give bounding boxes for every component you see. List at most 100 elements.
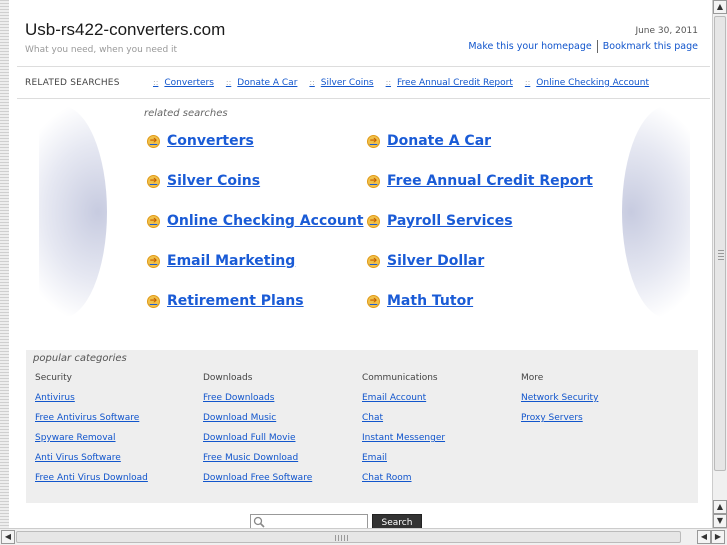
category-link[interactable]: Chat — [362, 413, 445, 433]
arrow-circle-icon: ➔ — [367, 254, 380, 268]
category-link[interactable]: Free Antivirus Software — [35, 413, 148, 433]
related-bar-label: RELATED SEARCHES — [25, 77, 120, 88]
scroll-up-arrow-icon[interactable]: ▲ — [713, 500, 727, 514]
arrow-circle-icon: ➔ — [367, 294, 380, 308]
arrow-circle-icon: ➔ — [147, 174, 160, 188]
category-link[interactable]: Instant Messenger — [362, 433, 445, 453]
related-search-label[interactable]: Payroll Services — [387, 213, 513, 229]
vertical-scrollbar[interactable]: ▲ ▲ ▼ — [712, 0, 727, 528]
arrow-circle-icon: ➔ — [147, 254, 160, 268]
related-bar-item-label[interactable]: Donate A Car — [237, 78, 297, 88]
make-homepage-link[interactable]: Make this your homepage — [468, 41, 591, 52]
popular-categories-panel: popular categories Security Antivirus Fr… — [26, 350, 698, 503]
scroll-left-arrow-icon[interactable]: ◀ — [1, 530, 15, 544]
category-link[interactable]: Spyware Removal — [35, 433, 148, 453]
arrow-circle-icon: ➔ — [367, 134, 380, 148]
category-title: Communications — [362, 373, 438, 383]
related-search-label[interactable]: Online Checking Account — [167, 213, 364, 229]
horizontal-scrollbar[interactable]: ◀ ◀ ▶ — [0, 528, 727, 545]
window-left-edge — [0, 0, 9, 528]
scroll-left-arrow-icon[interactable]: ◀ — [697, 530, 711, 544]
category-column-downloads: Downloads Free Downloads Download Music … — [203, 373, 312, 493]
related-bar-item[interactable]: :: Free Annual Credit Report — [386, 78, 513, 88]
category-title: More — [521, 373, 544, 383]
horizontal-scroll-thumb[interactable] — [16, 531, 681, 543]
related-searches-bar: RELATED SEARCHES :: Converters :: Donate A… — [17, 66, 710, 99]
category-title: Security — [35, 373, 72, 383]
category-link[interactable]: Anti Virus Software — [35, 453, 148, 473]
related-search-label[interactable]: Math Tutor — [387, 293, 473, 309]
category-link[interactable]: Email Account — [362, 393, 445, 413]
scroll-grip-icon — [335, 535, 349, 541]
related-search-link[interactable]: ➔ Payroll Services — [367, 213, 513, 229]
related-search-link[interactable]: ➔ Silver Coins — [147, 173, 260, 189]
related-searches-heading: related searches — [144, 108, 228, 119]
related-bar-separator: :: — [153, 78, 159, 87]
related-bar-item[interactable]: :: Donate A Car — [226, 78, 298, 88]
related-bar-item-label[interactable]: Free Annual Credit Report — [397, 78, 513, 88]
header-links: Make this your homepage Bookmark this pa… — [468, 40, 698, 53]
category-column-security: Security Antivirus Free Antivirus Softwa… — [35, 373, 148, 493]
related-search-link[interactable]: ➔ Math Tutor — [367, 293, 473, 309]
related-search-link[interactable]: ➔ Online Checking Account — [147, 213, 364, 229]
arrow-circle-icon: ➔ — [367, 214, 380, 228]
category-link[interactable]: Download Free Software — [203, 473, 312, 493]
related-bar-separator: :: — [524, 78, 531, 87]
related-bar-item[interactable]: :: Silver Coins — [309, 78, 373, 88]
related-search-label[interactable]: Silver Dollar — [387, 253, 484, 269]
date-label: June 30, 2011 — [635, 26, 698, 36]
category-link[interactable]: Chat Room — [362, 473, 445, 493]
category-title: Downloads — [203, 373, 253, 383]
related-search-link[interactable]: ➔ Email Marketing — [147, 253, 295, 269]
related-search-link[interactable]: ➔ Converters — [147, 133, 254, 149]
related-search-label[interactable]: Free Annual Credit Report — [387, 173, 593, 189]
category-link[interactable]: Network Security — [521, 393, 598, 413]
related-search-link[interactable]: ➔ Silver Dollar — [367, 253, 484, 269]
decorative-sphere-right — [622, 106, 690, 318]
related-bar-item-label[interactable]: Online Checking Account — [536, 78, 649, 88]
related-search-label[interactable]: Silver Coins — [167, 173, 260, 189]
arrow-circle-icon: ➔ — [147, 294, 160, 308]
scroll-down-arrow-icon[interactable]: ▼ — [713, 514, 727, 528]
related-search-link[interactable]: ➔ Retirement Plans — [147, 293, 304, 309]
related-bar-item[interactable]: :: Online Checking Account — [525, 78, 649, 88]
popular-categories-heading: popular categories — [33, 353, 127, 364]
category-link[interactable]: Download Full Movie — [203, 433, 312, 453]
related-bar-item-label[interactable]: Silver Coins — [321, 78, 374, 88]
scroll-right-arrow-icon[interactable]: ▶ — [711, 530, 725, 544]
arrow-circle-icon: ➔ — [147, 214, 160, 228]
category-column-communications: Communications Email Account Chat Instan… — [362, 373, 445, 493]
site-title[interactable]: Usb-rs422-converters.com — [25, 20, 225, 40]
category-link[interactable]: Free Music Download — [203, 453, 312, 473]
scroll-up-arrow-icon[interactable]: ▲ — [713, 0, 727, 14]
scroll-grip-icon — [718, 250, 724, 262]
related-search-label[interactable]: Converters — [167, 133, 254, 149]
arrow-circle-icon: ➔ — [367, 174, 380, 188]
magnifier-icon — [253, 516, 265, 528]
category-link[interactable]: Free Downloads — [203, 393, 312, 413]
vertical-scroll-thumb[interactable] — [714, 16, 726, 471]
category-link[interactable]: Download Music — [203, 413, 312, 433]
related-bar-separator: :: — [309, 78, 315, 87]
category-link[interactable]: Antivirus — [35, 393, 148, 413]
related-search-link[interactable]: ➔ Free Annual Credit Report — [367, 173, 593, 189]
related-bar-separator: :: — [385, 78, 392, 87]
category-link[interactable]: Proxy Servers — [521, 413, 598, 433]
related-bar-item[interactable]: :: Converters — [153, 78, 214, 88]
site-header: Usb-rs422-converters.com What you need, … — [17, 0, 710, 66]
related-bar-item-label[interactable]: Converters — [164, 78, 214, 88]
header-link-divider — [596, 40, 598, 53]
related-search-link[interactable]: ➔ Donate A Car — [367, 133, 491, 149]
arrow-circle-icon: ➔ — [147, 134, 160, 148]
decorative-sphere-left — [39, 106, 107, 318]
category-link[interactable]: Email — [362, 453, 445, 473]
related-search-label[interactable]: Email Marketing — [167, 253, 295, 269]
category-column-more: More Network Security Proxy Servers — [521, 373, 598, 433]
related-search-label[interactable]: Donate A Car — [387, 133, 491, 149]
related-search-label[interactable]: Retirement Plans — [167, 293, 304, 309]
page: Usb-rs422-converters.com What you need, … — [17, 0, 710, 531]
site-tagline: What you need, when you need it — [25, 45, 178, 55]
category-link[interactable]: Free Anti Virus Download — [35, 473, 148, 493]
related-bar-separator: :: — [225, 78, 232, 87]
bookmark-link[interactable]: Bookmark this page — [603, 41, 698, 52]
